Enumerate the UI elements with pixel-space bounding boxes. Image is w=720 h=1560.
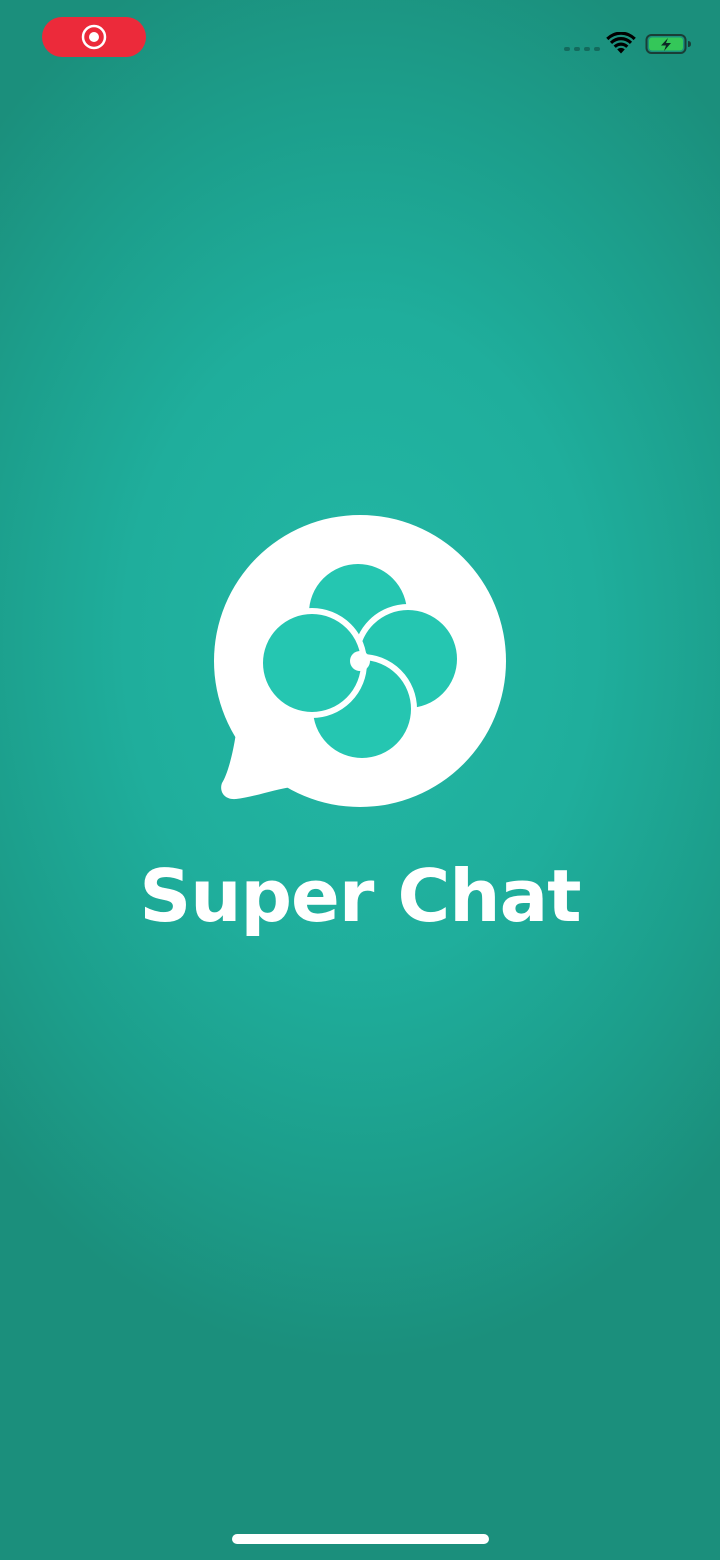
screen-recording-indicator[interactable] — [42, 17, 146, 57]
status-bar — [0, 0, 720, 80]
app-title: Super Chat — [139, 854, 581, 938]
home-indicator[interactable] — [232, 1534, 489, 1544]
cellular-signal-icon — [564, 47, 600, 51]
splash-screen: Super Chat — [0, 0, 720, 1560]
battery-charging-icon — [645, 34, 691, 54]
wifi-icon — [606, 32, 636, 54]
super-chat-logo — [214, 515, 506, 807]
screen-record-icon — [81, 24, 107, 50]
